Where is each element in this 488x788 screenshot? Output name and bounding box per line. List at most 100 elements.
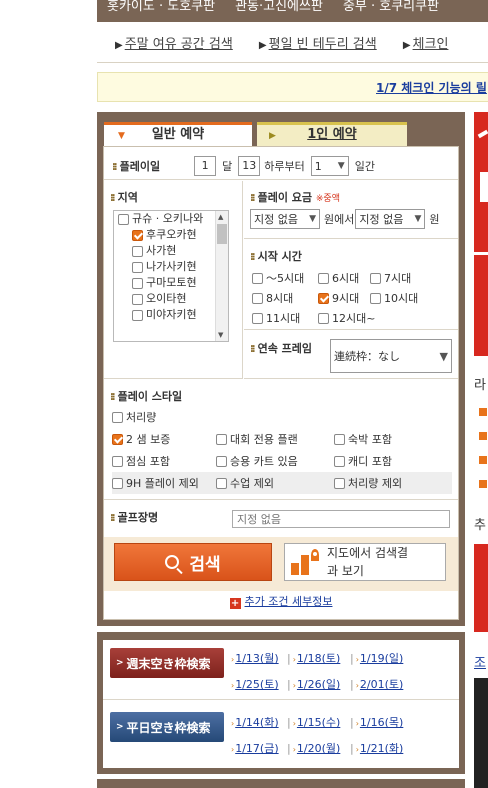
slot-search-panel: > 週末空き枠検索 ›1/13(월) | ›1/18(토) | ›1/19(일) ›1… <box>97 632 465 774</box>
region-tab-hokkaido[interactable]: 홋카이도 · 도호쿠판 <box>97 0 225 17</box>
region-tab-kanto[interactable]: 관동·고신에쓰판 <box>225 0 333 17</box>
tab-single-reservation[interactable]: ▶ 1인 예약 <box>257 122 407 146</box>
date-link[interactable]: | ›1/21(화) <box>350 740 410 756</box>
date-link[interactable]: | ›2/01(토) <box>350 676 410 692</box>
time-option[interactable]: 7시대 <box>370 270 436 286</box>
course-name-input[interactable] <box>232 510 450 528</box>
consecutive-select[interactable]: 連続枠：なし ▼ <box>330 339 452 373</box>
fee-max-select[interactable]: 지정 없음 ▼ <box>355 209 426 229</box>
right-link[interactable]: 조 <box>474 652 486 671</box>
weekend-slot-button[interactable]: > 週末空き枠検索 <box>110 648 224 678</box>
checkbox[interactable] <box>118 214 129 225</box>
button-band: 검색 지도에서 검색결 과 보기 <box>104 537 458 591</box>
checkbox <box>370 292 381 304</box>
style-option[interactable]: 점심 포함 <box>112 453 216 469</box>
tab-general-reservation[interactable]: ▼ 일반 예약 <box>104 122 252 146</box>
arrow-right-icon: › <box>231 655 235 664</box>
style-option[interactable]: 숙박 포함 <box>334 431 392 447</box>
dropdown-arrow-icon: ▼ <box>309 214 316 224</box>
area-item[interactable]: 규슈 · 오키나와 <box>114 211 228 227</box>
checkin-link[interactable]: ▶ 체크인 <box>403 37 449 52</box>
checkbox <box>334 477 345 489</box>
more-conditions-link[interactable]: 추가 조건 세부정보 <box>245 595 333 608</box>
weekday-search-link[interactable]: ▶ 평일 빈 테두리 검색 <box>259 37 377 52</box>
style-row-excludes: 9H 플레이 제외 수업 제외 처리량 제외 <box>112 472 452 494</box>
search-form: ⁝⁝ 플레이일 1 달 13 하루부터 1 ▼ 일간 ⁝⁝ 지역 규슈 · 오키나와 … <box>103 146 459 620</box>
right-column: 라 추 조 <box>474 112 488 788</box>
checkbox[interactable] <box>132 246 143 257</box>
time-option[interactable]: 8시대 <box>252 290 318 306</box>
style-option[interactable]: 승용 카트 있음 <box>216 453 334 469</box>
fee-row: 지정 없음 ▼ 원에서 지정 없음 ▼ 원 <box>250 209 440 229</box>
course-name-label: ⁝⁝ 골프장명 <box>110 511 159 524</box>
style-option[interactable]: 처리량 제외 <box>334 475 402 491</box>
search-button[interactable]: 검색 <box>114 543 272 581</box>
date-link[interactable]: ›1/14(화) <box>231 714 287 730</box>
consecutive-section: ⁝⁝ 연속 프레임 連続枠：なし ▼ <box>244 331 458 379</box>
area-item[interactable]: 사가현 <box>114 243 228 259</box>
promo-image[interactable] <box>474 544 488 632</box>
weekend-search-link[interactable]: ▶ 주말 여유 공간 검색 <box>115 37 233 52</box>
right-heading-2: 추 <box>474 518 486 533</box>
time-option[interactable]: 9시대 <box>318 290 370 306</box>
weekday-slot-button[interactable]: > 平日空き枠検索 <box>110 712 224 742</box>
checkbox-checked[interactable] <box>132 230 143 241</box>
bullet-icon <box>479 432 487 440</box>
fee-min-select[interactable]: 지정 없음 ▼ <box>250 209 320 229</box>
checkbox <box>252 312 263 324</box>
date-link[interactable]: ›1/13(월) <box>231 650 287 666</box>
date-link[interactable]: | ›1/20(월) <box>287 740 350 756</box>
date-link[interactable]: | ›1/19(일) <box>350 650 410 666</box>
month-input[interactable]: 1 <box>194 156 217 176</box>
style-option[interactable]: 9H 플레이 제외 <box>112 475 216 491</box>
style-option[interactable]: 2 샘 보증 <box>112 431 216 447</box>
style-option[interactable]: 캐디 포함 <box>334 453 392 469</box>
area-item[interactable]: 미야자키현 <box>114 307 228 323</box>
search-panel: ▼ 일반 예약 ▶ 1인 예약 ⁝⁝ 플레이일 1 달 13 하루부터 1 ▼ 일간… <box>97 112 465 626</box>
day-input[interactable]: 13 <box>238 156 261 176</box>
scroll-up-icon[interactable]: ▲ <box>218 213 223 221</box>
area-item[interactable]: 나가사키현 <box>114 259 228 275</box>
search-icon <box>165 555 180 569</box>
region-tab-chubu[interactable]: 중부 · 호쿠리쿠판 <box>333 0 449 17</box>
map-search-button[interactable]: 지도에서 검색결 과 보기 <box>284 543 446 581</box>
style-option[interactable]: 대회 전용 플랜 <box>216 431 334 447</box>
promo-banner[interactable] <box>474 112 488 356</box>
checkbox[interactable] <box>132 310 143 321</box>
time-option[interactable]: 11시대 <box>252 310 318 326</box>
date-link[interactable]: ›1/17(금) <box>231 740 287 756</box>
area-item[interactable]: 오이타현 <box>114 291 228 307</box>
date-link[interactable]: | ›1/26(일) <box>287 676 350 692</box>
scroll-thumb[interactable] <box>217 224 227 244</box>
date-link[interactable]: | ›1/18(토) <box>287 650 350 666</box>
time-option[interactable]: ～5시대 <box>252 270 318 286</box>
date-link[interactable]: | ›1/16(목) <box>350 714 410 730</box>
area-item[interactable]: 후쿠오카현 <box>114 227 228 243</box>
area-listbox[interactable]: 규슈 · 오키나와 후쿠오카현 사가현 나가사키현 구마모토현 오이타현 미야자… <box>113 210 229 342</box>
dots-icon: ⁝⁝ <box>250 344 255 355</box>
time-option[interactable]: 10시대 <box>370 290 436 306</box>
time-option[interactable]: 12시대~ <box>318 310 375 326</box>
checkbox[interactable] <box>132 294 143 305</box>
map-pin-icon <box>291 549 321 575</box>
bullet-icon <box>479 456 487 464</box>
date-link[interactable]: ›1/25(토) <box>231 676 287 692</box>
dots-icon: ⁝⁝ <box>110 513 115 524</box>
checkbox <box>334 433 345 445</box>
plus-icon: + <box>229 598 241 609</box>
style-option[interactable]: 수업 제외 <box>216 475 334 491</box>
scroll-down-icon[interactable]: ▼ <box>218 331 223 339</box>
date-link[interactable]: | ›1/15(수) <box>287 714 350 730</box>
notice-link[interactable]: 1/7 체크인 기능의 릴 <box>376 81 487 95</box>
area-item[interactable]: 구마모토현 <box>114 275 228 291</box>
checkbox <box>318 272 329 284</box>
checkbox[interactable] <box>132 278 143 289</box>
notice-bar: 1/7 체크인 기능의 릴 <box>97 72 488 102</box>
weekend-slot-row: > 週末空き枠検索 ›1/13(월) | ›1/18(토) | ›1/19(일) ›1… <box>103 640 459 700</box>
style-option[interactable]: 처리량 <box>112 409 156 425</box>
promo-photo[interactable] <box>474 678 488 788</box>
time-option[interactable]: 6시대 <box>318 270 370 286</box>
weeks-select[interactable]: 1 ▼ <box>310 156 349 176</box>
scrollbar[interactable]: ▲ ▼ <box>215 211 228 341</box>
checkbox[interactable] <box>132 262 143 273</box>
